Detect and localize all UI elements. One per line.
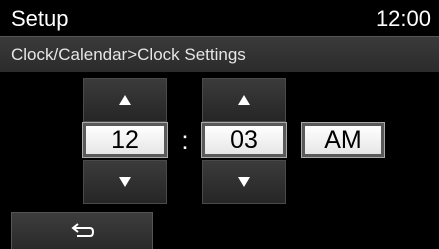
triangle-up-icon (238, 95, 250, 105)
hour-field[interactable]: 12 (82, 122, 168, 158)
minute-up-button[interactable] (202, 78, 286, 122)
triangle-down-icon (238, 177, 250, 187)
status-clock: 12:00 (375, 6, 431, 31)
minute-field[interactable]: 03 (201, 122, 287, 158)
period-toggle[interactable]: AM (301, 122, 385, 158)
hour-up-button[interactable] (83, 78, 167, 122)
return-arrow-icon (71, 223, 95, 237)
minute-down-button[interactable] (202, 160, 286, 204)
breadcrumb: Clock/Calendar>Clock Settings (11, 45, 246, 64)
time-separator: : (181, 125, 189, 155)
hour-down-button[interactable] (83, 160, 167, 204)
breadcrumb-bar: Clock/Calendar>Clock Settings (0, 36, 439, 73)
header-bar: Setup 12:00 (0, 0, 439, 36)
page-title: Setup (11, 6, 69, 31)
triangle-down-icon (119, 177, 131, 187)
back-button[interactable] (11, 212, 153, 249)
triangle-up-icon (119, 95, 131, 105)
